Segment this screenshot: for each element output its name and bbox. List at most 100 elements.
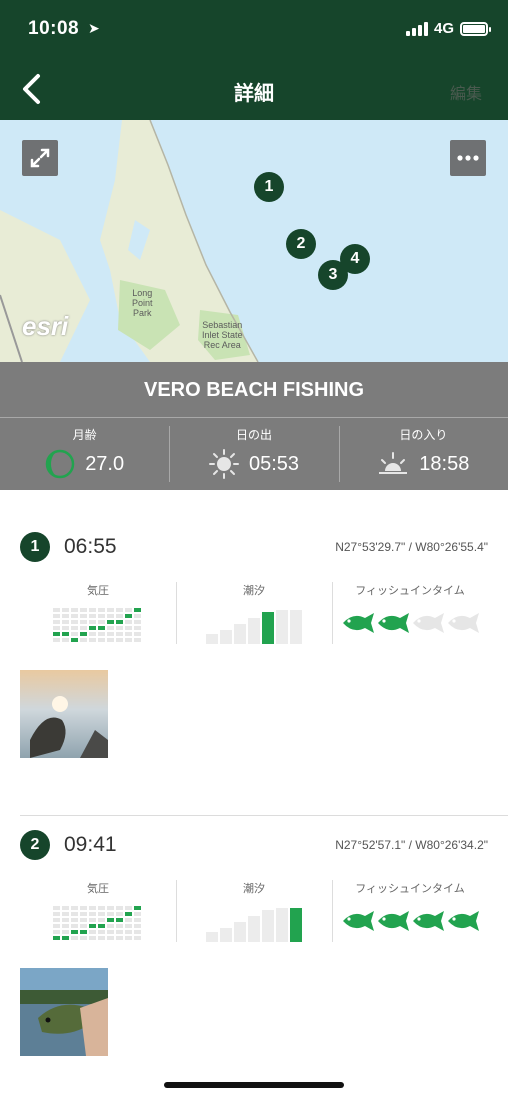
pressure-point	[116, 918, 123, 922]
map-more-button[interactable]	[450, 140, 486, 176]
tide-bar	[206, 932, 218, 942]
pressure-cell	[80, 614, 87, 618]
edit-button[interactable]: 編集	[450, 80, 482, 104]
map-label-rec-area: Sebastian Inlet State Rec Area	[202, 320, 243, 350]
entry-divider	[20, 815, 508, 816]
map-marker-4[interactable]: 4	[340, 244, 370, 274]
entry-coordinates: N27°52'57.1" / W80°26'34.2"	[335, 838, 488, 852]
pressure-cell	[89, 608, 96, 612]
pressure-cell	[116, 626, 123, 630]
pressure-cell	[134, 638, 141, 642]
pressure-cell	[107, 906, 114, 910]
pressure-cell	[98, 632, 105, 636]
expand-map-button[interactable]	[22, 140, 58, 176]
pressure-cell	[80, 626, 87, 630]
pressure-cell	[98, 906, 105, 910]
pressure-cell	[98, 936, 105, 940]
pressure-cell	[125, 608, 132, 612]
pressure-point	[134, 608, 141, 612]
pressure-cell	[71, 608, 78, 612]
pressure-cell	[107, 930, 114, 934]
pressure-metric: 気圧	[20, 582, 176, 646]
more-dots-icon	[457, 155, 479, 161]
pressure-cell	[89, 614, 96, 618]
pressure-cell	[62, 918, 69, 922]
pressure-cell	[80, 608, 87, 612]
tide-bar	[234, 922, 246, 942]
pressure-cell	[134, 918, 141, 922]
pressure-cell	[89, 906, 96, 910]
fish-time-metric: フィッシュインタイム	[332, 582, 488, 646]
pressure-cell	[98, 638, 105, 642]
pressure-point	[107, 620, 114, 624]
pressure-cell	[89, 912, 96, 916]
trip-stats: 月齢 27.0 日の出 05:53 日の入り 18:58	[0, 418, 508, 490]
status-indicators: 4G	[405, 20, 491, 37]
pressure-cell	[62, 638, 69, 642]
pressure-cell	[53, 626, 60, 630]
pressure-cell	[71, 620, 78, 624]
pressure-cell	[53, 930, 60, 934]
fish-icon	[448, 911, 479, 931]
pressure-point	[89, 924, 96, 928]
tide-graph	[206, 908, 302, 942]
pressure-cell	[71, 614, 78, 618]
tide-bar	[248, 916, 260, 942]
pressure-cell	[116, 614, 123, 618]
pressure-cell	[53, 906, 60, 910]
pressure-cell	[107, 638, 114, 642]
entry-time: 06:55	[64, 535, 117, 558]
pressure-label: 気圧	[87, 883, 109, 895]
pressure-cell	[62, 626, 69, 630]
tide-bar	[262, 910, 274, 942]
fish-rating	[343, 613, 479, 633]
pressure-cell	[107, 912, 114, 916]
pressure-cell	[107, 924, 114, 928]
tide-bar	[220, 928, 232, 942]
pressure-cell	[62, 930, 69, 934]
pressure-cell	[98, 620, 105, 624]
tide-metric: 潮汐	[176, 582, 332, 646]
home-indicator	[164, 1082, 344, 1088]
sunset-stat: 日の入り 18:58	[338, 418, 508, 490]
tide-bar	[220, 630, 232, 644]
status-time: 10:08	[28, 18, 80, 39]
pressure-cell	[80, 924, 87, 928]
pressure-cell	[71, 912, 78, 916]
fish-icon	[343, 613, 374, 633]
fish-icon	[343, 911, 374, 931]
map-marker-2[interactable]: 2	[286, 229, 316, 259]
pressure-cell	[116, 632, 123, 636]
pressure-graph	[53, 608, 141, 642]
fish-icon	[378, 613, 409, 633]
pressure-cell	[71, 924, 78, 928]
pressure-cell	[116, 924, 123, 928]
pressure-graph	[53, 906, 141, 940]
pressure-point	[134, 906, 141, 910]
tide-bar	[206, 634, 218, 644]
catch-photo[interactable]	[20, 670, 108, 758]
page-title: 詳細	[234, 83, 274, 105]
pressure-cell	[125, 906, 132, 910]
tide-bar-current	[262, 612, 274, 644]
pressure-cell	[62, 906, 69, 910]
pressure-point	[89, 626, 96, 630]
pressure-cell	[98, 918, 105, 922]
tide-bar	[276, 610, 288, 644]
map-view[interactable]: Long Point Park Sebastian Inlet State Re…	[0, 120, 508, 362]
tide-bar	[234, 624, 246, 644]
pressure-cell	[80, 906, 87, 910]
top-bar: 10:08 ➤ 4G 詳細 編集	[0, 0, 508, 120]
pressure-cell	[125, 632, 132, 636]
tide-bar	[290, 610, 302, 644]
pressure-cell	[107, 626, 114, 630]
catch-photo[interactable]	[20, 968, 108, 1056]
tide-graph	[206, 610, 302, 644]
map-marker-1[interactable]: 1	[254, 172, 284, 202]
pressure-cell	[116, 912, 123, 916]
moon-phase-icon	[45, 449, 75, 479]
pressure-cell	[80, 912, 87, 916]
pressure-cell	[89, 638, 96, 642]
pressure-cell	[134, 626, 141, 630]
pressure-cell	[80, 638, 87, 642]
